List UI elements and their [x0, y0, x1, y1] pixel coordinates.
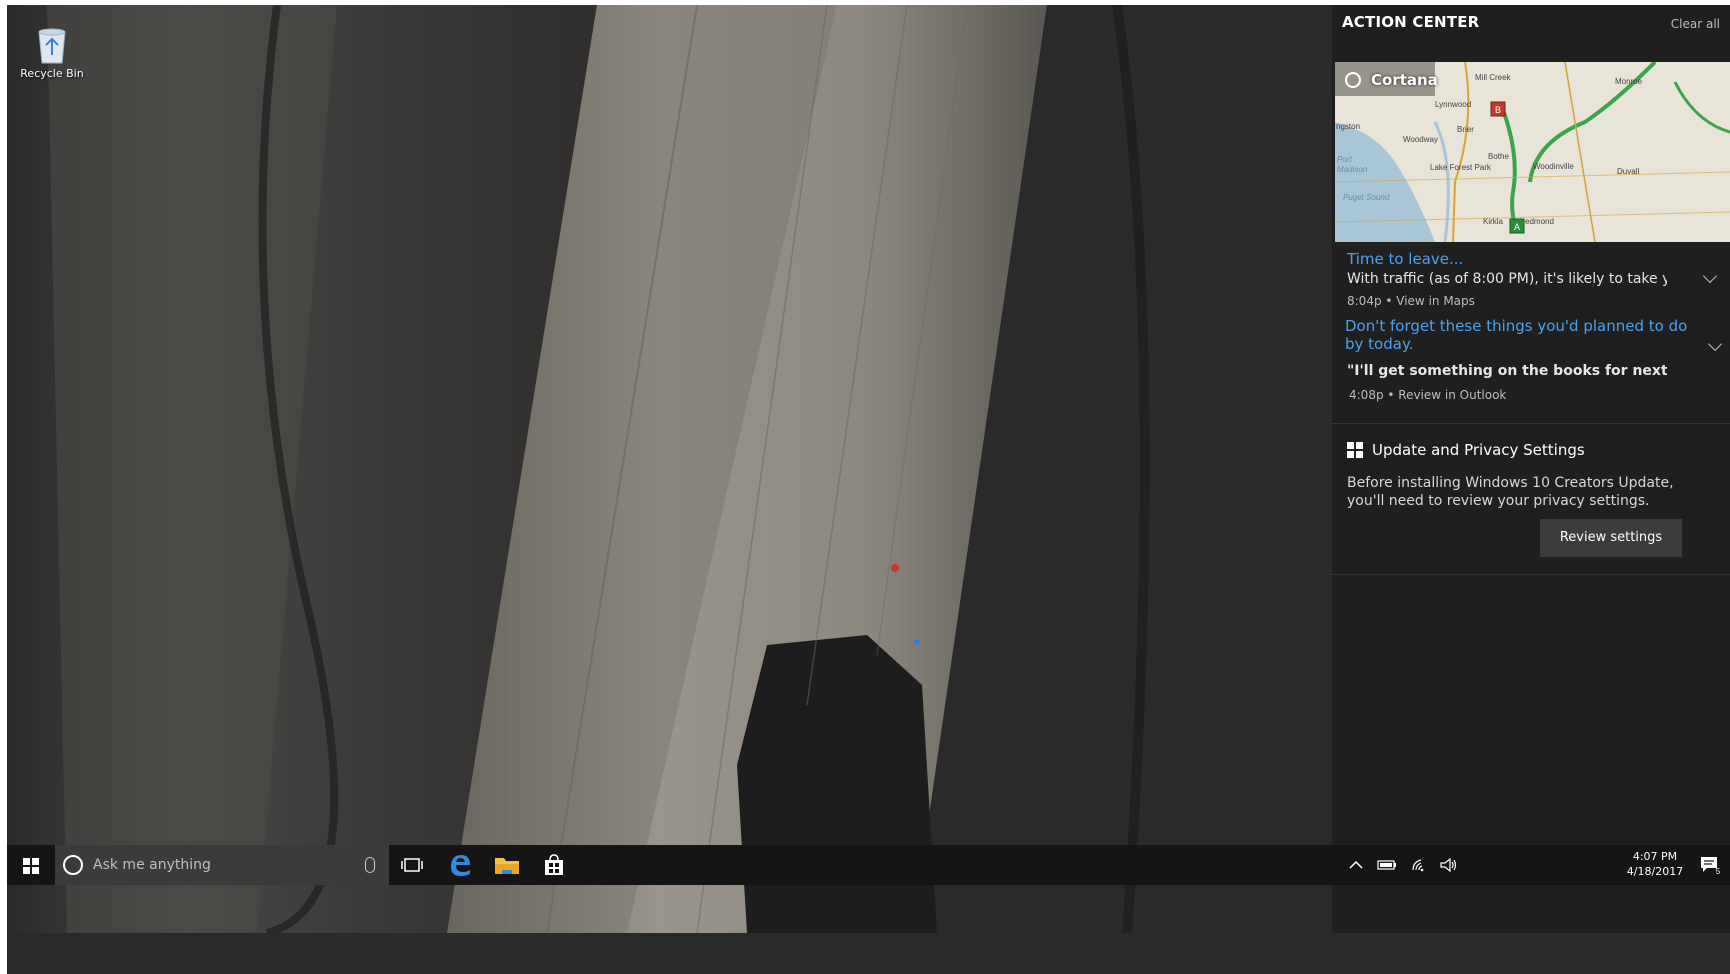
desktop-wallpaper: Recycle Bin: [7, 5, 1332, 933]
clock-date: 4/18/2017: [1626, 865, 1684, 878]
climber-figure: [891, 564, 899, 572]
search-placeholder: Ask me anything: [93, 857, 211, 873]
task-view-button[interactable]: [389, 845, 435, 885]
clear-all-button[interactable]: Clear all: [1671, 17, 1720, 31]
taskbar: Ask me anything 4:07 PM 4/18/2017 5: [7, 845, 1730, 885]
action-center-panel: ACTION CENTER Clear all B A Mill Creek M…: [1332, 5, 1730, 933]
desktop-icon-recycle-bin[interactable]: Recycle Bin: [17, 25, 87, 80]
action-center-header: ACTION CENTER Clear all: [1332, 5, 1730, 55]
volume-button[interactable]: [1435, 845, 1463, 885]
recycle-bin-label: Recycle Bin: [20, 67, 84, 80]
cortana-icon: [63, 855, 83, 875]
divider: [1332, 574, 1730, 575]
microphone-icon[interactable]: [365, 857, 375, 873]
notification-app-name: Update and Privacy Settings: [1372, 441, 1585, 459]
edge-icon: [451, 855, 470, 876]
rock-wall-image: [7, 5, 1332, 933]
battery-button[interactable]: [1373, 845, 1401, 885]
task-view-icon: [401, 858, 423, 872]
windows-logo-icon: [1347, 442, 1363, 458]
windows-logo-icon: [23, 858, 39, 874]
notifications-icon: 5: [1701, 857, 1721, 875]
expand-chevron-icon[interactable]: [1707, 336, 1723, 352]
network-button[interactable]: [1405, 845, 1433, 885]
store-button[interactable]: [531, 845, 577, 885]
notification-title: Time to leave...: [1347, 250, 1464, 268]
notification-meta: 4:08p • Review in Outlook: [1349, 388, 1507, 402]
notification-count-badge: 5: [1716, 867, 1721, 875]
file-explorer-button[interactable]: [484, 845, 530, 885]
map-label: Madison: [1337, 165, 1368, 174]
map-label: Duvall: [1617, 167, 1639, 176]
edge-button[interactable]: [437, 845, 483, 885]
speaker-icon: [1440, 857, 1457, 873]
screen: Recycle Bin ACTION CENTER Clear all B A …: [7, 5, 1730, 974]
cortana-map-card[interactable]: B A Mill Creek Monroe Lynnwood Brier Woo…: [1335, 62, 1730, 242]
battery-icon: [1377, 860, 1396, 870]
climber-figure: [914, 639, 920, 645]
map-label: edmond: [1525, 217, 1554, 226]
notification-body: "I'll get something on the books for nex…: [1347, 363, 1667, 379]
recycle-bin-icon: [34, 25, 70, 65]
notification-body: With traffic (as of 8:00 PM), it's likel…: [1347, 271, 1667, 287]
cortana-icon: [1345, 72, 1361, 88]
review-settings-button[interactable]: Review settings: [1540, 519, 1682, 557]
wifi-icon: [1412, 859, 1424, 872]
map-label: Bothe: [1488, 152, 1509, 161]
map-label: Mill Creek: [1475, 73, 1512, 82]
map-label: Port: [1337, 155, 1352, 164]
map-label: Lynnwood: [1435, 100, 1471, 109]
clock[interactable]: 4:07 PM 4/18/2017: [1625, 849, 1685, 879]
start-button[interactable]: [7, 845, 55, 885]
notification-title: Don't forget these things you'd planned …: [1345, 317, 1688, 353]
notification-body: Before installing Windows 10 Creators Up…: [1347, 475, 1674, 509]
store-icon: [545, 854, 563, 875]
notification-meta: 8:04p • View in Maps: [1347, 294, 1475, 308]
divider: [1332, 423, 1730, 424]
map-marker-b: B: [1495, 105, 1501, 115]
map-label: ngston: [1336, 122, 1360, 131]
clock-time: 4:07 PM: [1632, 850, 1678, 863]
map-marker-a: A: [1514, 222, 1520, 232]
file-explorer-icon: [495, 858, 519, 874]
show-hidden-icons-button[interactable]: [1344, 845, 1368, 885]
action-center-title: ACTION CENTER: [1342, 13, 1480, 31]
map-label: Puget Sound: [1343, 193, 1390, 202]
cortana-search-box[interactable]: Ask me anything: [55, 845, 389, 885]
chevron-up-icon: [1349, 860, 1363, 869]
map-label: Lake Forest Park: [1430, 163, 1492, 172]
map-label: Woodway: [1403, 135, 1438, 144]
map-label: Woodinville: [1533, 162, 1574, 171]
cortana-header: Cortana: [1345, 71, 1438, 89]
map-label: Brier: [1457, 125, 1474, 134]
expand-chevron-icon[interactable]: [1702, 268, 1718, 284]
traffic-map: B A Mill Creek Monroe Lynnwood Brier Woo…: [1335, 62, 1730, 242]
map-label: Kirkla: [1483, 217, 1504, 226]
action-center-button[interactable]: 5: [1692, 845, 1728, 885]
notification-header: Update and Privacy Settings: [1347, 441, 1585, 459]
map-label: Monroe: [1615, 77, 1643, 86]
cortana-app-name: Cortana: [1371, 71, 1438, 89]
